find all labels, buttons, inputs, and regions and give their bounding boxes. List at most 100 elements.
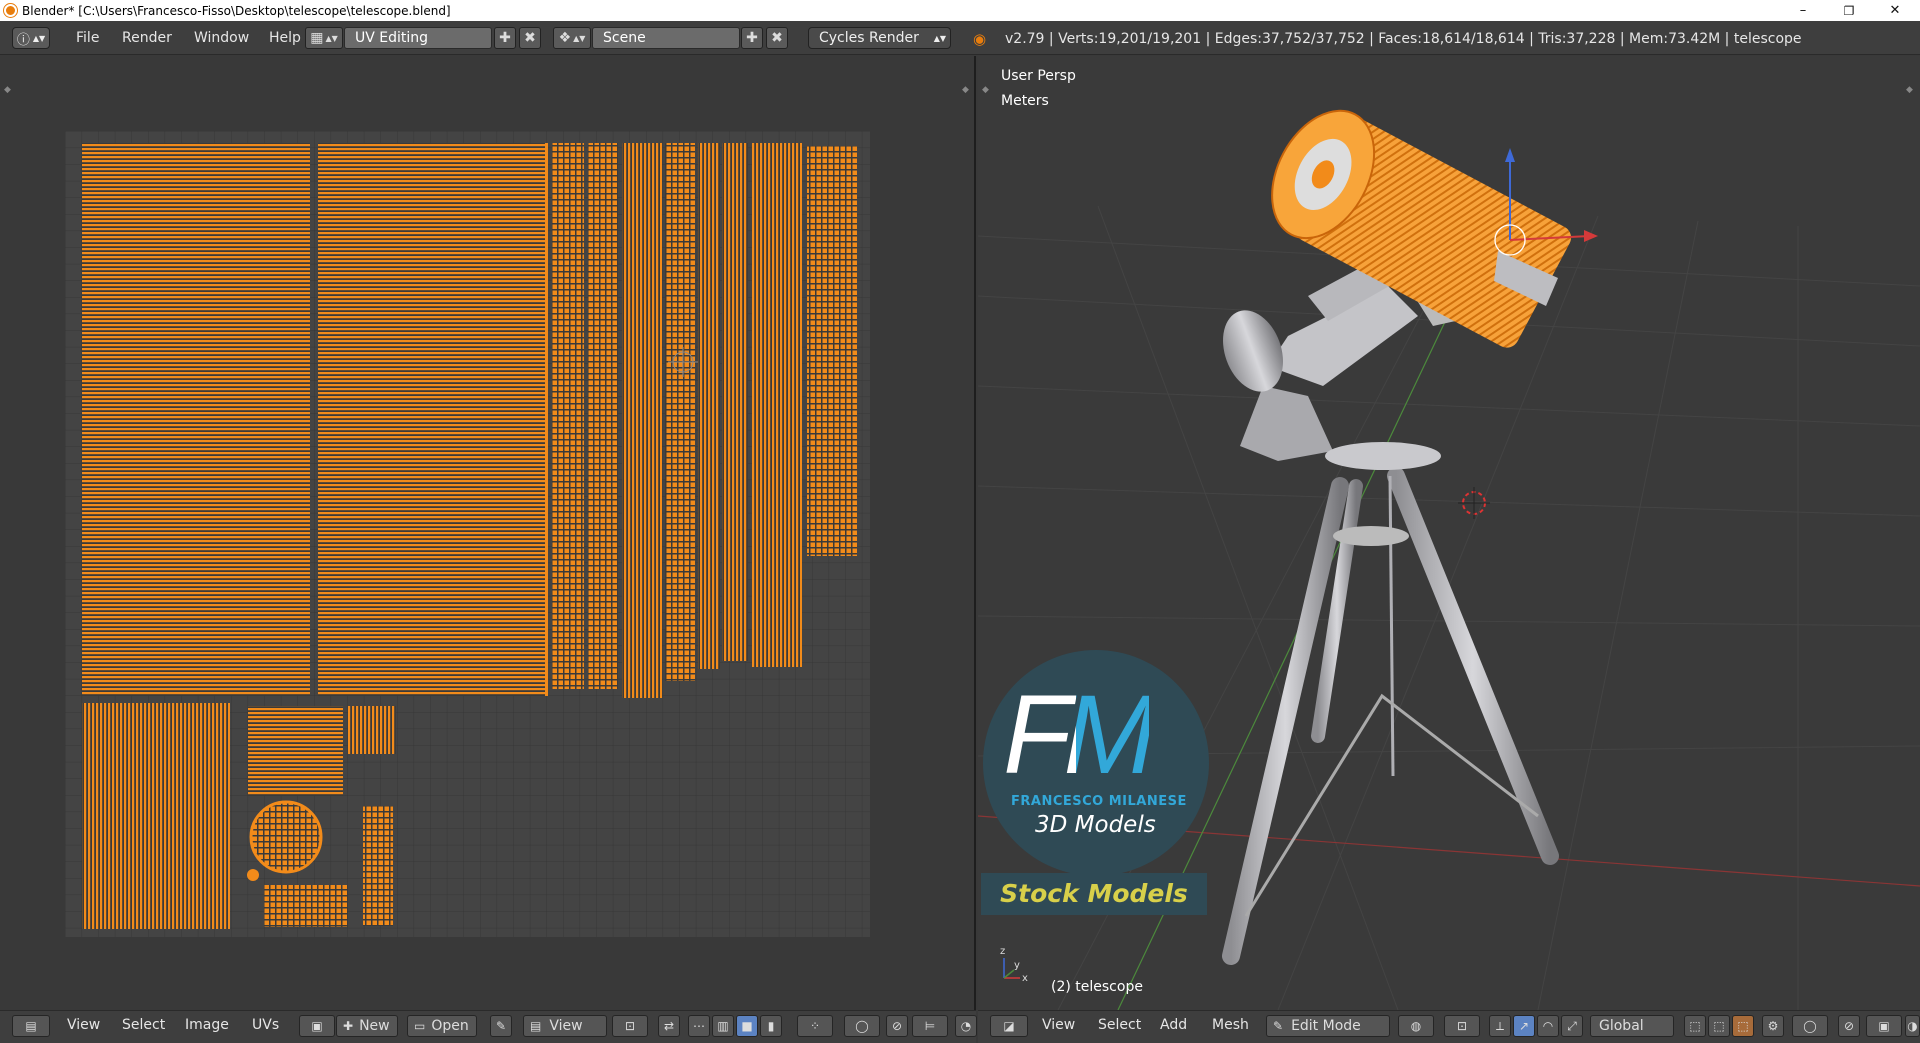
axis-widget: z y x — [1000, 946, 1028, 984]
image-browse-button[interactable]: ▣ — [299, 1015, 335, 1037]
uv-view-mode-dropdown[interactable]: ▤ View — [523, 1015, 607, 1037]
x-icon: ✖ — [524, 30, 536, 46]
orientation-label: Global — [1599, 1018, 1644, 1034]
scene-icon: ❖ — [558, 30, 572, 46]
scale-manipulator-icon[interactable]: ⤢ — [1561, 1015, 1583, 1037]
axis-y-label: y — [1014, 960, 1020, 971]
delete-scene-button[interactable]: ✖ — [766, 27, 788, 49]
menu-file[interactable]: File — [64, 30, 111, 46]
face-select-mode-icon[interactable]: ⬚ — [1732, 1015, 1754, 1037]
editor-type-info-button[interactable]: ⓘ ▲▼ — [12, 27, 50, 49]
plus-icon: ✚ — [343, 1019, 354, 1033]
transform-gizmo[interactable] — [1494, 148, 1598, 256]
viewport-shading-dropdown[interactable]: ◍ — [1398, 1015, 1434, 1037]
render-engine-label: Cycles Render — [819, 30, 919, 46]
edge-select-mode-icon[interactable]: ⬚ — [1708, 1015, 1730, 1037]
pivot-dropdown[interactable]: ⊡ — [612, 1015, 648, 1037]
watermark-banner: Stock Models — [981, 873, 1207, 915]
screen-layout-selector[interactable]: ▦ ▲▼ — [305, 27, 343, 49]
edge-select-icon[interactable]: ▥ — [712, 1015, 734, 1037]
panel-toggle-left-icon[interactable]: ◆ — [4, 85, 11, 95]
uv-menu-image[interactable]: Image — [185, 1017, 229, 1033]
vertex-select-mode-icon[interactable]: ⬚ — [1684, 1015, 1706, 1037]
delete-screen-button[interactable]: ✖ — [519, 27, 541, 49]
telescope-model[interactable] — [1212, 93, 1575, 965]
proportional-editing-dropdown[interactable]: ◯ — [1792, 1015, 1828, 1037]
info-header: ⓘ ▲▼ File Render Window Help ▦ ▲▼ UV Editi… — [0, 21, 1920, 55]
uv-extra-icon[interactable]: ◔ — [955, 1015, 977, 1037]
watermark-tagline: 3D Models — [1035, 812, 1156, 838]
image-browse-icon: ▣ — [311, 1019, 323, 1033]
uv-menu-view[interactable]: View — [67, 1017, 100, 1033]
3d-cursor-icon — [1458, 487, 1490, 519]
open-image-button[interactable]: ▭ Open — [407, 1015, 477, 1037]
snap-element-dropdown[interactable]: ⊨ — [912, 1015, 948, 1037]
layout-grid-icon: ▦ — [310, 30, 324, 46]
screen-layout-field[interactable]: UV Editing — [344, 27, 492, 49]
blender-logo-icon: ◉ — [973, 30, 987, 48]
view-name: User Persp — [1001, 68, 1076, 84]
info-icon: ⓘ — [16, 32, 30, 48]
minimize-button[interactable]: – — [1780, 0, 1826, 21]
uv-menu-uvs[interactable]: UVs — [252, 1017, 279, 1033]
viewport-menu-mesh[interactable]: Mesh — [1212, 1017, 1249, 1033]
scene-field[interactable]: Scene — [592, 27, 740, 49]
image-editor-icon: ▤ — [25, 1019, 37, 1033]
snap-target-dropdown[interactable]: ▣ — [1866, 1015, 1902, 1037]
mode-dropdown[interactable]: ✎ Edit Mode — [1266, 1015, 1390, 1037]
close-button[interactable]: ✕ — [1872, 0, 1918, 21]
menu-render[interactable]: Render — [110, 30, 184, 46]
scene-stats: v2.79 | Verts:19,201/19,201 | Edges:37,7… — [1005, 31, 1802, 47]
uv-menu-select[interactable]: Select — [122, 1017, 165, 1033]
editor-type-3dview-button[interactable]: ◪ — [990, 1015, 1028, 1037]
open-image-label: Open — [431, 1018, 469, 1034]
menu-window[interactable]: Window — [182, 30, 261, 46]
new-image-button[interactable]: ✚ New — [336, 1015, 398, 1037]
properties-toggle-icon[interactable]: ◆ — [1906, 85, 1913, 95]
pivot-point-dropdown[interactable]: ⊡ — [1444, 1015, 1480, 1037]
editor-type-image-button[interactable]: ▤ — [12, 1015, 50, 1037]
proportional-edit-dropdown[interactable]: ◯ — [844, 1015, 880, 1037]
viewport-menu-select[interactable]: Select — [1098, 1017, 1141, 1033]
vertex-select-icon[interactable]: ⋯ — [688, 1015, 710, 1037]
island-select-icon[interactable]: ▮ — [760, 1015, 782, 1037]
3d-viewport[interactable]: z y x ◆ ◆ User Persp Meters (2) telescop… — [978, 56, 1920, 1010]
toolshelf-toggle-icon[interactable]: ◆ — [982, 85, 989, 95]
axis-x-label: x — [1022, 973, 1028, 984]
active-object-label: (2) telescope — [1051, 979, 1143, 995]
watermark-logo: FM FRANCESCO MILANESE 3D Models — [983, 650, 1209, 876]
limit-selection-icon[interactable]: ⚙ — [1762, 1015, 1784, 1037]
transform-orientation-dropdown[interactable]: Global — [1590, 1015, 1674, 1037]
restore-button[interactable]: ❐ — [1826, 0, 1872, 21]
window-titlebar: Blender* [C:\Users\Francesco-Fisso\Deskt… — [0, 0, 1920, 21]
translate-manipulator-icon[interactable]: ↗ — [1513, 1015, 1535, 1037]
pin-icon[interactable]: ✎ — [490, 1015, 512, 1037]
x-icon: ✖ — [771, 30, 783, 46]
axis-z-label: z — [1000, 946, 1005, 957]
sticky-selection-dropdown[interactable]: ⁘ — [797, 1015, 833, 1037]
rotate-manipulator-icon[interactable]: ◠ — [1537, 1015, 1559, 1037]
uv-canvas[interactable]: ◆ ◆ — [0, 56, 976, 1010]
unit-system: Meters — [1001, 93, 1049, 109]
snap-icon[interactable]: ⊘ — [886, 1015, 908, 1037]
view-mode-icon: ▤ — [530, 1019, 542, 1033]
plus-icon: ✚ — [499, 30, 511, 46]
face-select-icon[interactable]: ■ — [736, 1015, 758, 1037]
viewport-menu-add[interactable]: Add — [1160, 1017, 1187, 1033]
watermark-letters: FM — [1003, 672, 1157, 797]
folder-icon: ▭ — [414, 1019, 426, 1033]
scene-selector[interactable]: ❖ ▲▼ — [553, 27, 591, 49]
manipulator-toggle-icon[interactable]: ⟂ — [1489, 1015, 1511, 1037]
viewport-menu-view[interactable]: View — [1042, 1017, 1075, 1033]
add-scene-button[interactable]: ✚ — [741, 27, 763, 49]
add-screen-button[interactable]: ✚ — [494, 27, 516, 49]
view-mode-label: View — [549, 1018, 583, 1034]
panel-toggle-right-icon[interactable]: ◆ — [962, 85, 969, 95]
uv-image-editor[interactable]: ◆ ◆ — [0, 56, 976, 1010]
overflow-icon[interactable]: ◑ — [1905, 1015, 1920, 1037]
new-image-label: New — [359, 1018, 390, 1034]
snapping-icon[interactable]: ⊘ — [1838, 1015, 1860, 1037]
sync-selection-icon[interactable]: ⇄ — [658, 1015, 680, 1037]
render-engine-dropdown[interactable]: Cycles Render ▲▼ — [808, 27, 951, 49]
watermark-name: FRANCESCO MILANESE — [1011, 794, 1187, 809]
